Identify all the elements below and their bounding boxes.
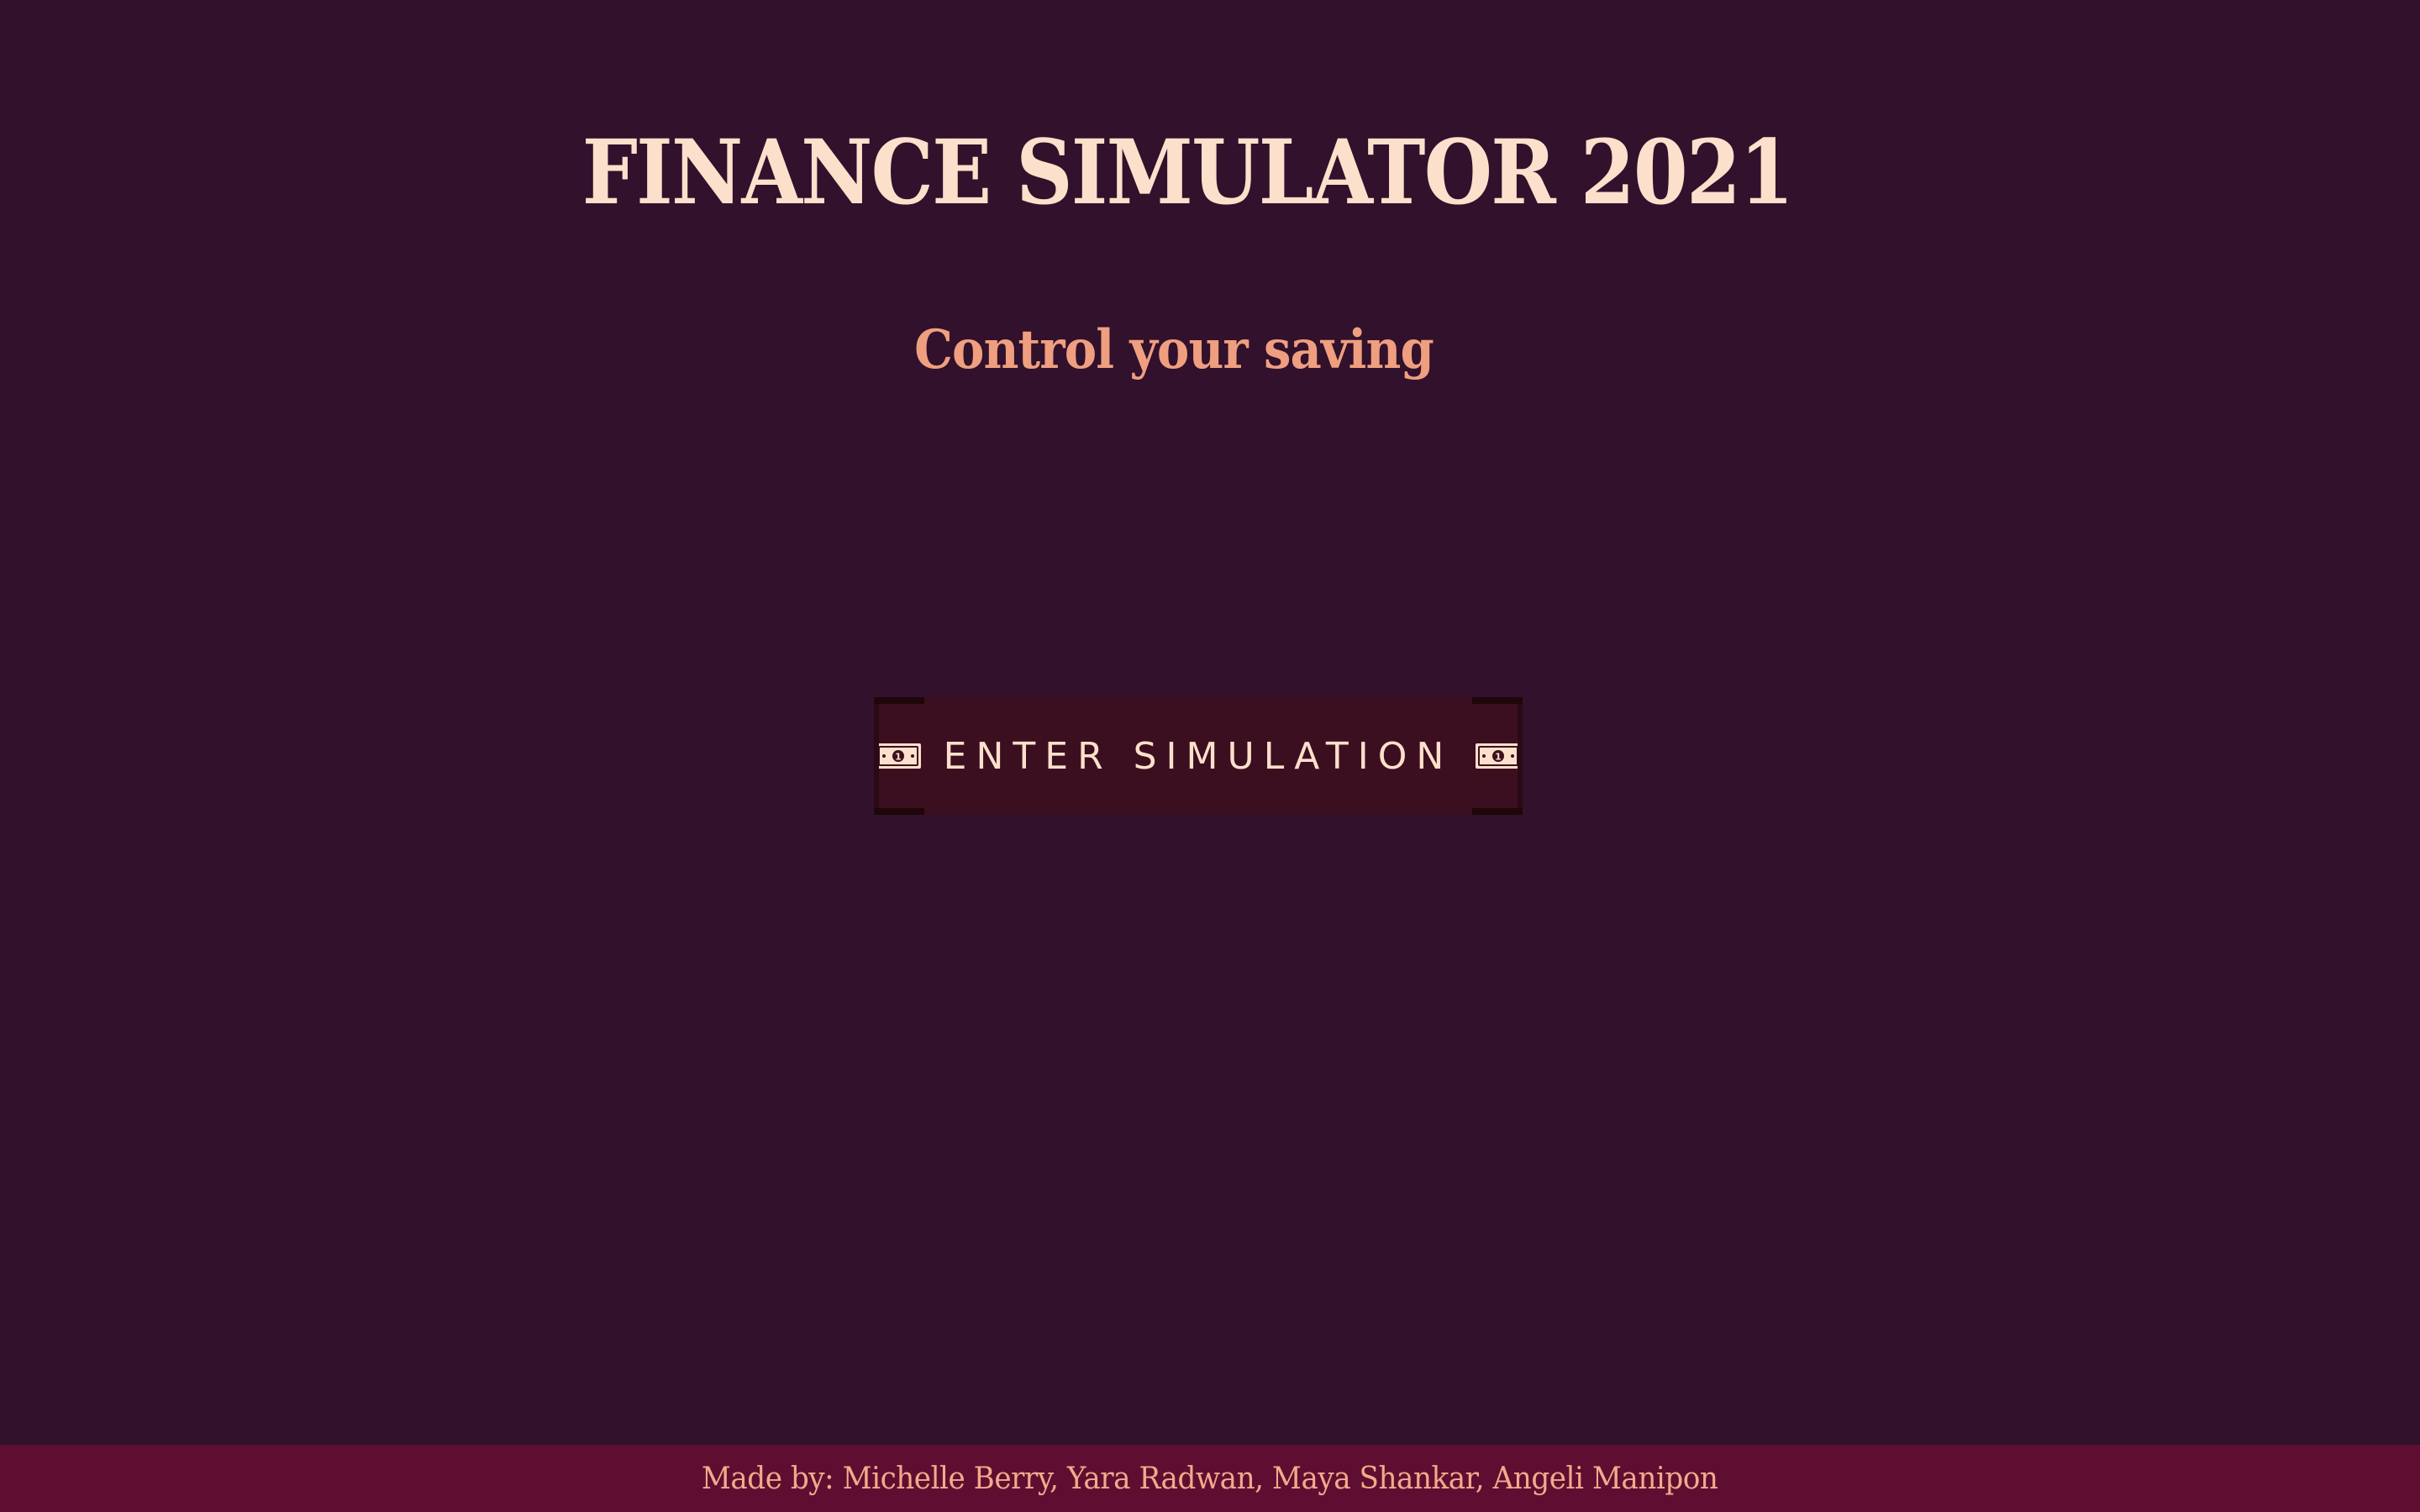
footer-credits: Made by: Michelle Berry, Yara Radwan, Ma… [702, 1461, 1718, 1496]
money-bill-icon: 1 [1476, 743, 1522, 769]
page-title: FINANCE SIMULATOR 2021 [581, 119, 1794, 224]
money-bill-icon: 1 [875, 743, 921, 769]
button-edge-right [1518, 697, 1523, 815]
enter-simulation-button[interactable]: 1 ENTER SIMULATION 1 [874, 697, 1523, 815]
svg-text:1: 1 [895, 752, 902, 763]
button-corner [874, 697, 924, 704]
page-subtitle: Control your saving [914, 318, 1434, 381]
button-edge-left [874, 697, 879, 815]
button-corner [874, 808, 924, 815]
enter-simulation-label: ENTER SIMULATION [943, 734, 1454, 778]
footer: Made by: Michelle Berry, Yara Radwan, Ma… [0, 1445, 2420, 1512]
button-corner [1472, 808, 1523, 815]
button-corner [1472, 697, 1523, 704]
svg-text:1: 1 [1495, 752, 1502, 763]
